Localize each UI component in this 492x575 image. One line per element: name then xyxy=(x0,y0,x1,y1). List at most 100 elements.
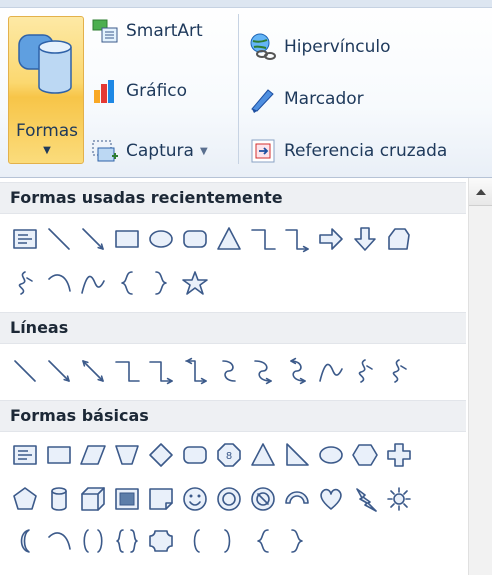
right-bracket-icon xyxy=(224,529,231,553)
bookmark-label: Marcador xyxy=(284,89,364,109)
cross-reference-button[interactable]: Referencia cruzada xyxy=(248,134,447,168)
smartart-button[interactable]: SmartArt xyxy=(90,14,203,48)
smartart-label: SmartArt xyxy=(126,21,203,41)
scroll-up-arrow-icon xyxy=(475,188,486,195)
shape-curved-arrow-connector[interactable] xyxy=(246,354,280,388)
shape-curved-connector[interactable] xyxy=(212,354,246,388)
shape-curve[interactable] xyxy=(76,266,110,300)
parallelogram-icon xyxy=(80,445,106,465)
shape-right-triangle[interactable] xyxy=(280,438,314,472)
shape-triangle[interactable] xyxy=(246,438,280,472)
screenshot-label: Captura xyxy=(126,141,194,161)
pentagon-icon xyxy=(13,487,37,510)
shape-arrow-line[interactable] xyxy=(76,222,110,256)
shape-line[interactable] xyxy=(42,222,76,256)
shape-line[interactable] xyxy=(8,354,42,388)
shape-heart[interactable] xyxy=(314,482,348,516)
shape-pentagon[interactable] xyxy=(8,482,42,516)
elbow-arrow-connector-icon xyxy=(285,229,309,253)
hyperlink-label: Hipervínculo xyxy=(284,37,391,57)
shape-elbow-connector[interactable] xyxy=(110,354,144,388)
shape-elbow-arrow-connector[interactable] xyxy=(144,354,178,388)
bookmark-button[interactable]: Marcador xyxy=(248,82,364,116)
shape-down-arrow[interactable] xyxy=(348,222,382,256)
hexagon-icon xyxy=(352,444,378,466)
shape-hexagon[interactable] xyxy=(348,438,382,472)
shape-left-bracket[interactable] xyxy=(178,524,212,558)
shape-cross[interactable] xyxy=(382,438,416,472)
shape-right-arrow[interactable] xyxy=(314,222,348,256)
gallery-scrollbar[interactable] xyxy=(468,178,492,575)
folded-corner-icon xyxy=(149,488,173,510)
right-brace-icon xyxy=(155,271,167,295)
shape-rectangle[interactable] xyxy=(110,222,144,256)
shape-double-bracket[interactable] xyxy=(76,524,110,558)
shape-flowchart-shape[interactable] xyxy=(382,222,416,256)
shape-arc[interactable] xyxy=(42,266,76,300)
shape-text-box[interactable] xyxy=(8,222,42,256)
shape-arc[interactable] xyxy=(42,524,76,558)
shape-rectangle[interactable] xyxy=(42,438,76,472)
triangle-icon xyxy=(251,443,275,466)
shapes-button[interactable]: Formas ▼ xyxy=(8,16,84,164)
plaque-icon xyxy=(149,530,173,552)
left-brace-icon xyxy=(257,529,269,553)
shape-right-bracket[interactable] xyxy=(212,524,246,558)
shape-right-brace[interactable] xyxy=(280,524,314,558)
bevel-icon xyxy=(115,488,139,510)
shape-star[interactable] xyxy=(178,266,212,300)
chart-button[interactable]: Gráfico xyxy=(90,74,187,108)
shape-bevel[interactable] xyxy=(110,482,144,516)
shape-freeform[interactable] xyxy=(348,354,382,388)
shape-diamond[interactable] xyxy=(144,438,178,472)
shape-plaque[interactable] xyxy=(144,524,178,558)
shape-sun[interactable] xyxy=(382,482,416,516)
shape-row xyxy=(8,266,212,300)
shape-elbow-arrow-connector[interactable] xyxy=(280,222,314,256)
shape-donut[interactable] xyxy=(212,482,246,516)
shape-scribble[interactable] xyxy=(382,354,416,388)
shape-can[interactable] xyxy=(42,482,76,516)
shape-octagon[interactable]: 8 xyxy=(212,438,246,472)
shape-parallelogram[interactable] xyxy=(76,438,110,472)
section-header-recent: Formas usadas recientemente xyxy=(0,182,466,214)
insert-ribbon: Formas ▼ SmartArt Gráfico Captura ▼ Hipe… xyxy=(0,0,492,178)
shape-oval[interactable] xyxy=(144,222,178,256)
shape-cube[interactable] xyxy=(76,482,110,516)
shape-curved-double-arrow-connector[interactable] xyxy=(280,354,314,388)
chevron-down-icon: ▼ xyxy=(199,145,208,157)
hyperlink-button[interactable]: Hipervínculo xyxy=(248,30,391,64)
shape-rounded-rectangle[interactable] xyxy=(178,438,212,472)
shape-left-brace[interactable] xyxy=(246,524,280,558)
shape-left-brace[interactable] xyxy=(110,266,144,300)
diamond-icon xyxy=(149,443,173,467)
shape-lightning-bolt[interactable] xyxy=(348,482,382,516)
shape-elbow-connector[interactable] xyxy=(246,222,280,256)
triangle-icon xyxy=(217,227,241,250)
shape-folded-corner[interactable] xyxy=(144,482,178,516)
curve-icon xyxy=(319,363,343,382)
shape-right-brace[interactable] xyxy=(144,266,178,300)
shape-triangle[interactable] xyxy=(212,222,246,256)
shape-freeform[interactable] xyxy=(8,266,42,300)
shape-arrow-line[interactable] xyxy=(42,354,76,388)
shape-double-arrow-line[interactable] xyxy=(76,354,110,388)
freeform-icon xyxy=(18,271,33,295)
lightning-bolt-icon xyxy=(356,488,377,512)
screenshot-icon xyxy=(92,140,118,162)
scroll-up-button[interactable] xyxy=(469,178,492,206)
shape-no-symbol[interactable] xyxy=(246,482,280,516)
shape-double-brace[interactable] xyxy=(110,524,144,558)
shape-trapezoid[interactable] xyxy=(110,438,144,472)
screenshot-button[interactable]: Captura ▼ xyxy=(90,134,208,168)
shape-rounded-rectangle[interactable] xyxy=(178,222,212,256)
shape-moon[interactable] xyxy=(8,524,42,558)
shape-oval[interactable] xyxy=(314,438,348,472)
shape-text-box[interactable] xyxy=(8,438,42,472)
ribbon-top-border xyxy=(0,0,492,8)
shape-curve[interactable] xyxy=(314,354,348,388)
shape-block-arc[interactable] xyxy=(280,482,314,516)
right-triangle-icon xyxy=(286,443,309,466)
shape-elbow-double-arrow-connector[interactable] xyxy=(178,354,212,388)
shape-smiley-face[interactable] xyxy=(178,482,212,516)
